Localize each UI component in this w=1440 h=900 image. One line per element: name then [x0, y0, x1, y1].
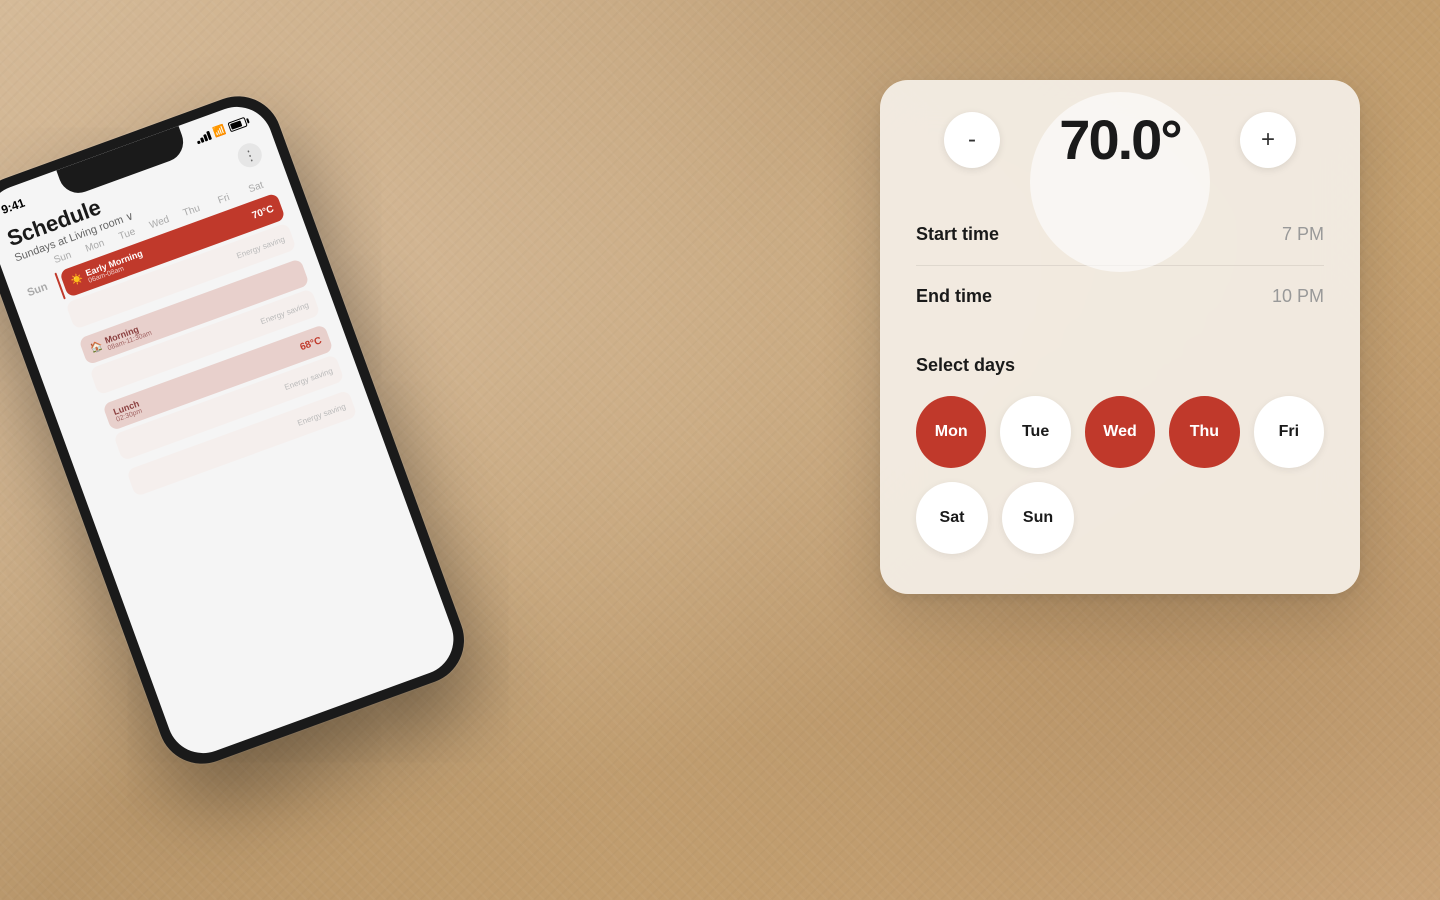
day-button-mon[interactable]: Mon — [916, 396, 986, 468]
days-grid: Mon Tue Wed Thu Fri Sat Sun — [916, 396, 1324, 554]
start-time-label: Start time — [916, 224, 999, 245]
energy-label-1: Energy saving — [235, 234, 286, 260]
morning-icon: 🏠 — [89, 340, 104, 355]
day-button-wed[interactable]: Wed — [1085, 396, 1155, 468]
energy-label-2: Energy saving — [259, 300, 310, 326]
days-row-1: Mon Tue Wed Thu Fri — [916, 396, 1324, 468]
temperature-section: - 70.0° + — [916, 112, 1324, 168]
start-time-value: 7 PM — [1282, 224, 1324, 245]
end-time-label: End time — [916, 286, 992, 307]
day-button-sun[interactable]: Sun — [1002, 482, 1074, 554]
end-time-value: 10 PM — [1272, 286, 1324, 307]
early-morning-icon: ☀️ — [70, 272, 85, 287]
signal-icon — [194, 130, 212, 145]
day-label-empty-3 — [96, 472, 132, 508]
day-button-tue[interactable]: Tue — [1000, 396, 1070, 468]
days-row-2: Sat Sun — [916, 482, 1324, 554]
more-button[interactable]: ⋮ — [234, 140, 265, 171]
decrease-temp-button[interactable]: - — [944, 112, 1000, 168]
thermostat-panel: - 70.0° + Start time 7 PM End time 10 PM… — [880, 80, 1360, 594]
early-morning-temp: 70°C — [251, 203, 276, 221]
battery-icon — [227, 117, 247, 133]
end-time-row[interactable]: End time 10 PM — [916, 266, 1324, 327]
temperature-display: 70.0° — [1020, 112, 1220, 168]
lunch-temp: 68°C — [298, 335, 323, 353]
wifi-icon: 📶 — [212, 124, 227, 139]
increase-temp-button[interactable]: + — [1240, 112, 1296, 168]
day-button-sat[interactable]: Sat — [916, 482, 988, 554]
select-days-title: Select days — [916, 355, 1324, 376]
energy-label-4: Energy saving — [296, 401, 347, 427]
select-days-section: Select days Mon Tue Wed Thu Fri Sat Sun — [916, 355, 1324, 554]
day-button-fri[interactable]: Fri — [1254, 396, 1324, 468]
energy-label-3: Energy saving — [283, 366, 334, 392]
day-button-thu[interactable]: Thu — [1169, 396, 1239, 468]
